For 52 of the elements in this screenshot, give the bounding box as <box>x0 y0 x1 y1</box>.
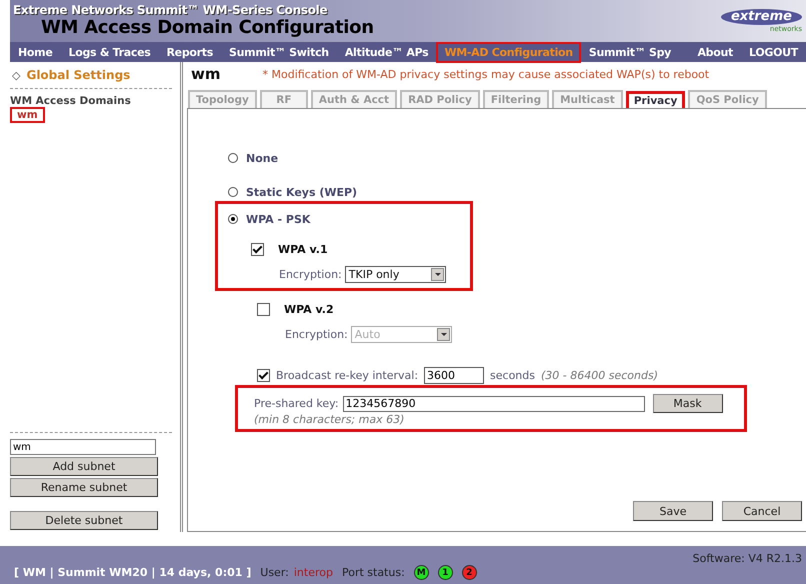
nav-link[interactable]: Summit™ Switch <box>221 42 337 62</box>
rekey-label: Broadcast re-key interval: <box>276 368 418 382</box>
range-hint: (30 - 86400 seconds) <box>541 368 658 382</box>
subnet-name-field[interactable]: wm <box>10 439 156 455</box>
user-name: interop <box>294 566 333 579</box>
nav-link[interactable]: Reports <box>158 42 222 62</box>
option-label: WPA - PSK <box>246 212 310 226</box>
diamond-icon: ◇ <box>12 68 20 82</box>
radio-button[interactable] <box>228 187 238 197</box>
wpa-version-label: WPA v.1 <box>278 242 328 256</box>
system-info: [ WM | Summit WM20 | 14 days, 0:01 ] <box>14 566 252 579</box>
port-indicator: 1 <box>438 565 453 580</box>
nav-link[interactable]: LOGOUT <box>741 42 806 62</box>
console-subtitle: Extreme Networks Summit™ WM-Series Console <box>13 3 328 17</box>
port-indicator: M <box>414 565 429 580</box>
warning-text: * Modification of WM-AD privacy settings may cause associated WAP(s) to reboot <box>262 68 710 80</box>
user-label: User: <box>260 566 289 579</box>
checkbox[interactable] <box>257 368 270 382</box>
nav-link[interactable]: About <box>689 42 742 62</box>
section-heading: WM Access Domains <box>10 95 132 107</box>
software-version: Software: V4 R2.1.3 <box>692 552 802 565</box>
option-label: None <box>246 152 278 164</box>
nav-link[interactable]: Altitude™ APs <box>336 42 436 62</box>
option-label: Static Keys (WEP) <box>246 186 358 198</box>
delete-subnet-button[interactable]: Delete subnet <box>10 511 158 530</box>
unit-label: seconds <box>490 368 535 382</box>
encryption-label: Encryption: <box>279 268 342 280</box>
rekey-interval-field[interactable]: 3600 <box>424 366 484 384</box>
encryption-dropdown[interactable]: TKIP only <box>344 266 446 282</box>
form-button[interactable]: Save <box>633 501 713 521</box>
psk-hint: (min 8 characters; max 63) <box>254 413 406 426</box>
tab[interactable]: Privacy <box>626 91 686 108</box>
nav-link[interactable]: Summit™ Spy <box>580 42 680 62</box>
psk-field[interactable]: 1234567890 <box>342 396 645 412</box>
port-indicator: 2 <box>462 565 477 580</box>
logo-wordmark: extreme <box>720 9 802 25</box>
psk-label: Pre-shared key: <box>254 397 339 410</box>
encryption-label: Encryption: <box>285 328 348 340</box>
domain-item[interactable]: wm <box>10 107 45 123</box>
page-title: WM Access Domain Configuration <box>40 17 374 39</box>
subnet-button[interactable]: Add subnet <box>10 457 158 476</box>
radio-button[interactable] <box>228 214 238 224</box>
checkbox[interactable] <box>251 242 264 256</box>
port-status-label: Port status: <box>342 566 405 579</box>
nav-link[interactable]: Home <box>10 42 60 62</box>
subnet-button[interactable]: Rename subnet <box>10 478 158 497</box>
radio-button[interactable] <box>228 153 238 163</box>
nav-link[interactable]: Logs & Traces <box>60 42 159 62</box>
form-button[interactable]: Cancel <box>722 501 802 521</box>
wpa-version-label: WPA v.2 <box>284 302 334 316</box>
mask-button[interactable]: Mask <box>652 394 723 413</box>
domain-title: wm <box>191 65 220 83</box>
